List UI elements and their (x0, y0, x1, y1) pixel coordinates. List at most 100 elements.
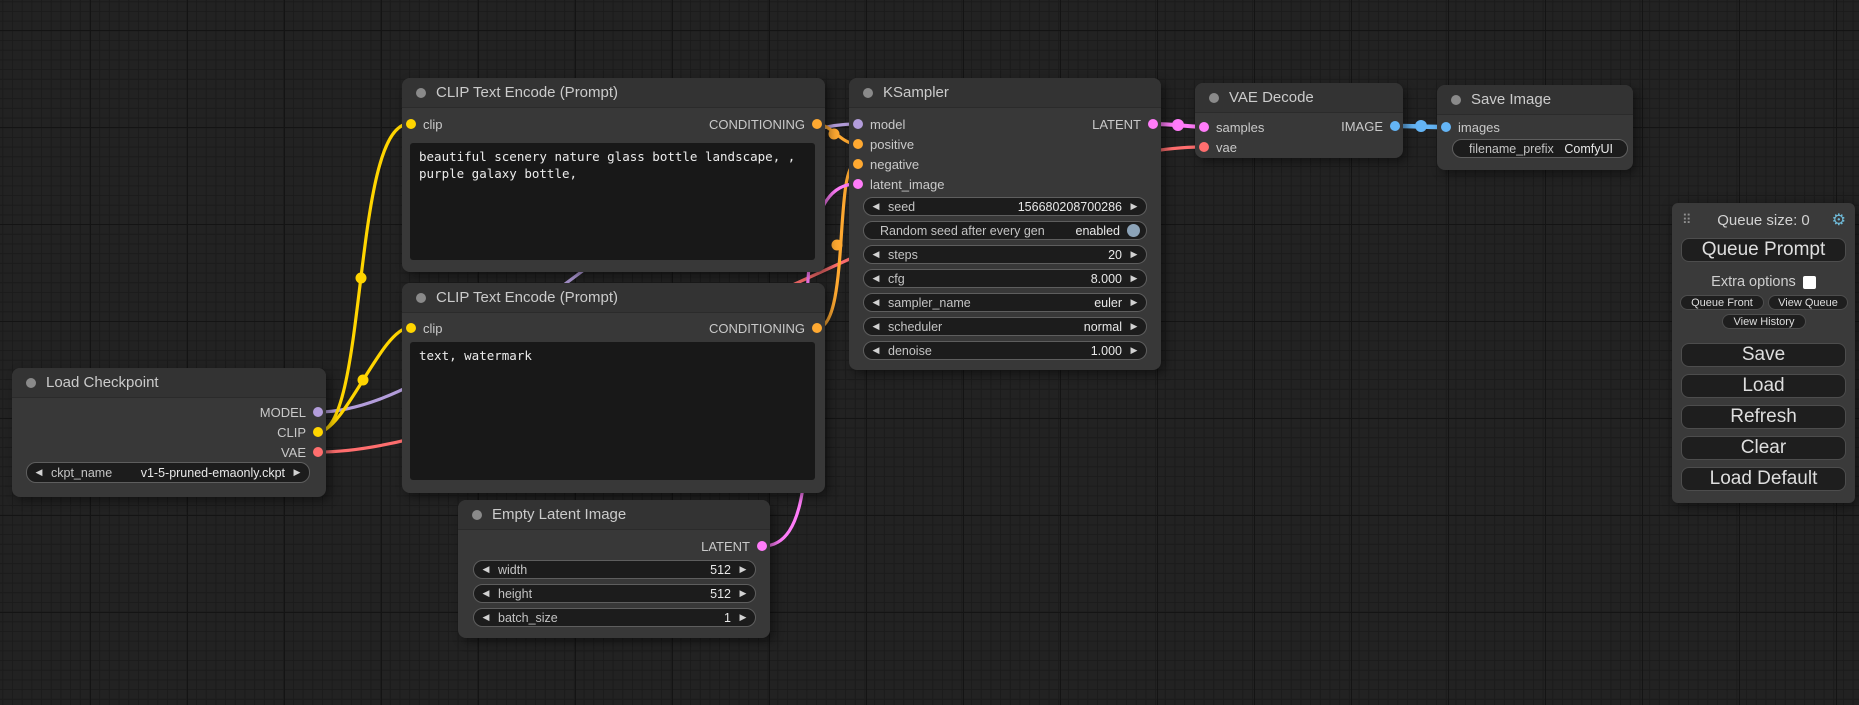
collapse-dot-icon[interactable] (1209, 93, 1219, 103)
positive-prompt-textarea[interactable]: beautiful scenery nature glass bottle la… (410, 143, 815, 260)
view-history-button[interactable]: View History (1722, 314, 1806, 329)
collapse-dot-icon[interactable] (863, 88, 873, 98)
node-clip-text-encode-negative[interactable]: CLIP Text Encode (Prompt) clip CONDITION… (402, 283, 825, 493)
node-clip-text-encode-positive[interactable]: CLIP Text Encode (Prompt) clip CONDITION… (402, 78, 825, 272)
sampler-name-widget[interactable]: sampler_name euler (863, 293, 1147, 312)
node-header[interactable]: CLIP Text Encode (Prompt) (402, 78, 825, 108)
ckpt-name-widget[interactable]: ckpt_name v1-5-pruned-emaonly.ckpt (26, 462, 310, 483)
width-widget[interactable]: width 512 (473, 560, 756, 579)
increment-arrow-icon[interactable] (285, 467, 309, 478)
collapse-dot-icon[interactable] (416, 88, 426, 98)
collapse-dot-icon[interactable] (1451, 95, 1461, 105)
increment-arrow-icon[interactable] (1122, 201, 1146, 212)
link-midpoint-dot (1172, 119, 1184, 131)
save-button[interactable]: Save (1681, 343, 1846, 367)
denoise-widget[interactable]: denoise 1.000 (863, 341, 1147, 360)
link-clip-positive-wire (318, 124, 409, 432)
increment-arrow-icon[interactable] (1122, 321, 1146, 332)
image-output-port[interactable] (1390, 121, 1400, 131)
increment-arrow-icon[interactable] (1122, 345, 1146, 356)
settings-gear-icon[interactable] (1832, 212, 1846, 230)
steps-widget[interactable]: steps 20 (863, 245, 1147, 264)
increment-arrow-icon[interactable] (731, 588, 755, 599)
conditioning-output-port[interactable] (812, 323, 822, 333)
increment-arrow-icon[interactable] (1122, 273, 1146, 284)
cfg-widget[interactable]: cfg 8.000 (863, 269, 1147, 288)
clear-button[interactable]: Clear (1681, 436, 1846, 460)
refresh-button[interactable]: Refresh (1681, 405, 1846, 429)
node-header[interactable]: VAE Decode (1195, 83, 1403, 113)
latent-output-port[interactable] (1148, 119, 1158, 129)
decrement-arrow-icon[interactable] (474, 588, 498, 599)
increment-arrow-icon[interactable] (1122, 297, 1146, 308)
slot-label: CONDITIONING (709, 321, 805, 336)
node-title: VAE Decode (1229, 89, 1314, 106)
clip-input-port[interactable] (406, 323, 416, 333)
vae-output-port[interactable] (313, 447, 323, 457)
samples-input-port[interactable] (1199, 122, 1209, 132)
widget-value: v1-5-pruned-emaonly.ckpt (112, 466, 285, 480)
decrement-arrow-icon[interactable] (864, 201, 888, 212)
node-header[interactable]: Empty Latent Image (458, 500, 770, 530)
toggle-circle-icon[interactable] (1127, 224, 1140, 237)
model-input-port[interactable] (853, 119, 863, 129)
widget-label: cfg (888, 272, 905, 286)
images-input-port[interactable] (1441, 122, 1451, 132)
decrement-arrow-icon[interactable] (474, 564, 498, 575)
latent-image-input-port[interactable] (853, 179, 863, 189)
output-slot-conditioning: CONDITIONING (709, 114, 822, 134)
queue-front-button[interactable]: Queue Front (1680, 295, 1764, 310)
clip-output-port[interactable] (313, 427, 323, 437)
node-empty-latent-image[interactable]: Empty Latent Image LATENT width 512 heig… (458, 500, 770, 638)
queue-prompt-button[interactable]: Queue Prompt (1681, 238, 1846, 262)
collapse-dot-icon[interactable] (416, 293, 426, 303)
node-load-checkpoint[interactable]: Load Checkpoint MODEL CLIP VAE ckpt_name… (12, 368, 326, 497)
increment-arrow-icon[interactable] (731, 564, 755, 575)
increment-arrow-icon[interactable] (1122, 249, 1146, 260)
decrement-arrow-icon[interactable] (864, 273, 888, 284)
widget-value: 8.000 (905, 272, 1122, 286)
node-header[interactable]: CLIP Text Encode (Prompt) (402, 283, 825, 313)
decrement-arrow-icon[interactable] (864, 297, 888, 308)
load-default-button[interactable]: Load Default (1681, 467, 1846, 491)
node-header[interactable]: Save Image (1437, 85, 1633, 115)
menu-header: Queue size: 0 (1672, 212, 1855, 230)
input-slot-clip: clip (406, 114, 443, 134)
seed-widget[interactable]: seed 156680208700286 (863, 197, 1147, 216)
widget-value: 20 (918, 248, 1122, 262)
negative-input-port[interactable] (853, 159, 863, 169)
view-queue-button[interactable]: View Queue (1768, 295, 1848, 310)
node-graph-canvas[interactable]: Load Checkpoint MODEL CLIP VAE ckpt_name… (0, 0, 1859, 705)
batch-size-widget[interactable]: batch_size 1 (473, 608, 756, 627)
node-header[interactable]: KSampler (849, 78, 1161, 108)
filename-prefix-widget[interactable]: filename_prefix ComfyUI (1452, 139, 1628, 158)
model-output-port[interactable] (313, 407, 323, 417)
conditioning-output-port[interactable] (812, 119, 822, 129)
random-seed-toggle-widget[interactable]: Random seed after every gen enabled (863, 221, 1147, 240)
node-save-image[interactable]: Save Image images filename_prefix ComfyU… (1437, 85, 1633, 170)
slot-label: vae (1216, 140, 1237, 155)
increment-arrow-icon[interactable] (731, 612, 755, 623)
clip-input-port[interactable] (406, 119, 416, 129)
decrement-arrow-icon[interactable] (864, 321, 888, 332)
decrement-arrow-icon[interactable] (864, 249, 888, 260)
extra-options-checkbox[interactable] (1803, 276, 1816, 289)
negative-prompt-textarea[interactable]: text, watermark (410, 342, 815, 480)
positive-input-port[interactable] (853, 139, 863, 149)
collapse-dot-icon[interactable] (26, 378, 36, 388)
slot-label: IMAGE (1341, 119, 1383, 134)
load-button[interactable]: Load (1681, 374, 1846, 398)
height-widget[interactable]: height 512 (473, 584, 756, 603)
node-header[interactable]: Load Checkpoint (12, 368, 326, 398)
slot-label: positive (870, 137, 914, 152)
node-ksampler[interactable]: KSampler model positive negative latent_… (849, 78, 1161, 370)
scheduler-widget[interactable]: scheduler normal (863, 317, 1147, 336)
collapse-dot-icon[interactable] (472, 510, 482, 520)
decrement-arrow-icon[interactable] (864, 345, 888, 356)
decrement-arrow-icon[interactable] (474, 612, 498, 623)
decrement-arrow-icon[interactable] (27, 467, 51, 478)
widget-value: euler (971, 296, 1122, 310)
latent-output-port[interactable] (757, 541, 767, 551)
vae-input-port[interactable] (1199, 142, 1209, 152)
node-vae-decode[interactable]: VAE Decode samples vae IMAGE (1195, 83, 1403, 158)
